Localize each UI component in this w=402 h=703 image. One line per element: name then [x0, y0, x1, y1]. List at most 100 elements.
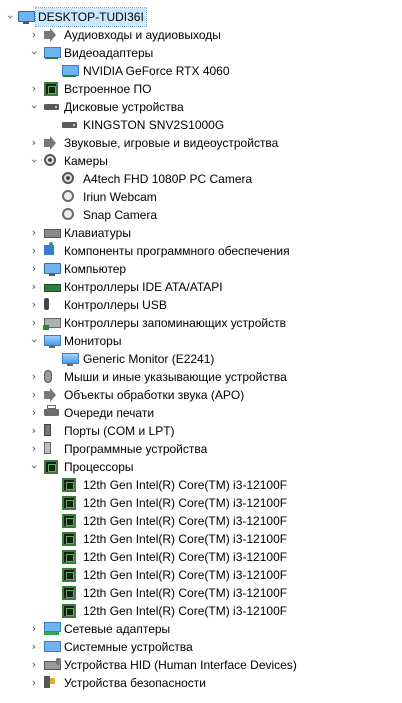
tree-category-item[interactable]: › Встроенное ПО [0, 80, 402, 98]
tree-item-label: DESKTOP-TUDI36I [35, 7, 147, 27]
tree-item-label: Порты (COM и LPT) [64, 424, 175, 438]
expander-closed-icon[interactable]: › [28, 422, 40, 440]
tree-category-item[interactable]: › Контроллеры IDE ATA/ATAPI [0, 278, 402, 296]
expander-closed-icon[interactable]: › [28, 314, 40, 332]
ide-controller-icon [44, 284, 61, 292]
expander-open-icon[interactable]: › [1, 11, 19, 23]
tree-device-item[interactable]: Snap Camera [0, 206, 402, 224]
tree-device-item[interactable]: 12th Gen Intel(R) Core(TM) i3-12100F [0, 602, 402, 620]
expander-closed-icon[interactable]: › [28, 386, 40, 404]
chip-icon [62, 478, 76, 492]
tree-item-label: Встроенное ПО [64, 82, 152, 96]
tree-item-label: Процессоры [64, 460, 134, 474]
expander-closed-icon[interactable]: › [28, 674, 40, 692]
expander-open-icon[interactable]: › [25, 461, 43, 473]
tree-item-label: Объекты обработки звука (APO) [64, 388, 245, 402]
expander-closed-icon[interactable]: › [28, 26, 40, 44]
expander-closed-icon[interactable]: › [28, 224, 40, 242]
expander-closed-icon[interactable]: › [28, 368, 40, 386]
tree-device-item[interactable]: KINGSTON SNV2S1000G [0, 116, 402, 134]
expander-open-icon[interactable]: › [25, 335, 43, 347]
tree-device-item[interactable]: 12th Gen Intel(R) Core(TM) i3-12100F [0, 476, 402, 494]
tree-item-label: Устройства безопасности [64, 676, 206, 690]
tree-category-item[interactable]: › Мыши и иные указывающие устройства [0, 368, 402, 386]
tree-device-item[interactable]: 12th Gen Intel(R) Core(TM) i3-12100F [0, 584, 402, 602]
expander-closed-icon[interactable]: › [28, 638, 40, 656]
tree-device-item[interactable]: 12th Gen Intel(R) Core(TM) i3-12100F [0, 494, 402, 512]
tree-device-item[interactable]: 12th Gen Intel(R) Core(TM) i3-12100F [0, 548, 402, 566]
tree-root-item[interactable]: › DESKTOP-TUDI36I [0, 7, 402, 27]
device-tree[interactable]: › DESKTOP-TUDI36I › Аудиовходы и аудиовыход… [0, 7, 402, 692]
tree-item-label: Generic Monitor (E2241) [83, 352, 215, 366]
tree-item-label: Контроллеры IDE ATA/ATAPI [64, 280, 223, 294]
expander-open-icon[interactable]: › [25, 101, 43, 113]
tree-category-item[interactable]: › Контроллеры запоминающих устройств [0, 314, 402, 332]
tree-device-item[interactable]: Iriun Webcam [0, 188, 402, 206]
tree-category-item[interactable]: › Камеры [0, 152, 402, 170]
expander-open-icon[interactable]: › [25, 47, 43, 59]
speaker-icon [44, 388, 56, 402]
tree-category-item[interactable]: › Объекты обработки звука (APO) [0, 386, 402, 404]
tree-category-item[interactable]: › Системные устройства [0, 638, 402, 656]
expander-closed-icon[interactable]: › [28, 404, 40, 422]
tree-category-item[interactable]: › Порты (COM и LPT) [0, 422, 402, 440]
mouse-icon [44, 370, 52, 383]
tree-item-label: 12th Gen Intel(R) Core(TM) i3-12100F [83, 604, 288, 618]
tree-item-label: Аудиовходы и аудиовыходы [64, 28, 221, 42]
tree-category-item[interactable]: › Звуковые, игровые и видеоустройства [0, 134, 402, 152]
computer-icon [44, 263, 61, 276]
tree-item-label: Дисковые устройства [64, 100, 184, 114]
monitor-icon [62, 353, 79, 366]
expander-closed-icon[interactable]: › [28, 242, 40, 260]
expander-closed-icon[interactable]: › [28, 296, 40, 314]
expander-closed-icon[interactable]: › [28, 278, 40, 296]
speaker-icon [44, 136, 56, 150]
display-adapter-icon [62, 65, 79, 77]
tree-category-item[interactable]: › Программные устройства [0, 440, 402, 458]
storage-controller-icon [43, 318, 61, 330]
tree-item-label: 12th Gen Intel(R) Core(TM) i3-12100F [83, 550, 288, 564]
expander-closed-icon[interactable]: › [28, 134, 40, 152]
tree-category-item[interactable]: › Компьютер [0, 260, 402, 278]
tree-category-item[interactable]: › Устройства HID (Human Interface Devices… [0, 656, 402, 674]
tree-item-label: Очереди печати [64, 406, 155, 420]
tree-device-item[interactable]: 12th Gen Intel(R) Core(TM) i3-12100F [0, 512, 402, 530]
tree-item-label: 12th Gen Intel(R) Core(TM) i3-12100F [83, 568, 288, 582]
tree-category-item[interactable]: › Мониторы [0, 332, 402, 350]
tree-device-item[interactable]: Generic Monitor (E2241) [0, 350, 402, 368]
camera-alt-icon [62, 208, 74, 220]
tree-device-item[interactable]: 12th Gen Intel(R) Core(TM) i3-12100F [0, 530, 402, 548]
tree-item-label: Клавиатуры [64, 226, 131, 240]
tree-category-item[interactable]: › Видеоадаптеры [0, 44, 402, 62]
tree-item-label: 12th Gen Intel(R) Core(TM) i3-12100F [83, 586, 288, 600]
chip-icon [62, 568, 76, 582]
tree-device-item[interactable]: NVIDIA GeForce RTX 4060 [0, 62, 402, 80]
tree-category-item[interactable]: › Аудиовходы и аудиовыходы [0, 26, 402, 44]
tree-category-item[interactable]: › Процессоры [0, 458, 402, 476]
tree-item-label: Компоненты программного обеспечения [64, 244, 290, 258]
expander-closed-icon[interactable]: › [28, 656, 40, 674]
tree-item-label: 12th Gen Intel(R) Core(TM) i3-12100F [83, 514, 288, 528]
tree-category-item[interactable]: › Сетевые адаптеры [0, 620, 402, 638]
system-device-icon [44, 641, 61, 652]
chip-icon [44, 82, 58, 96]
monitor-icon [44, 335, 61, 348]
tree-device-item[interactable]: 12th Gen Intel(R) Core(TM) i3-12100F [0, 566, 402, 584]
expander-closed-icon[interactable]: › [28, 260, 40, 278]
tree-item-label: Мониторы [64, 334, 122, 348]
printer-icon [44, 405, 59, 416]
tree-device-item[interactable]: A4tech FHD 1080P PC Camera [0, 170, 402, 188]
tree-category-item[interactable]: › Клавиатуры [0, 224, 402, 242]
expander-open-icon[interactable]: › [25, 155, 43, 167]
tree-category-item[interactable]: › Устройства безопасности [0, 674, 402, 692]
expander-closed-icon[interactable]: › [28, 440, 40, 458]
expander-closed-icon[interactable]: › [28, 620, 40, 638]
tree-category-item[interactable]: › Дисковые устройства [0, 98, 402, 116]
tree-category-item[interactable]: › Контроллеры USB [0, 296, 402, 314]
tree-category-item[interactable]: › Компоненты программного обеспечения [0, 242, 402, 260]
tree-item-label: Мыши и иные указывающие устройства [64, 370, 287, 384]
tree-category-item[interactable]: › Очереди печати [0, 404, 402, 422]
expander-closed-icon[interactable]: › [28, 80, 40, 98]
disk-drive-icon [62, 122, 77, 128]
chip-icon [62, 550, 76, 564]
